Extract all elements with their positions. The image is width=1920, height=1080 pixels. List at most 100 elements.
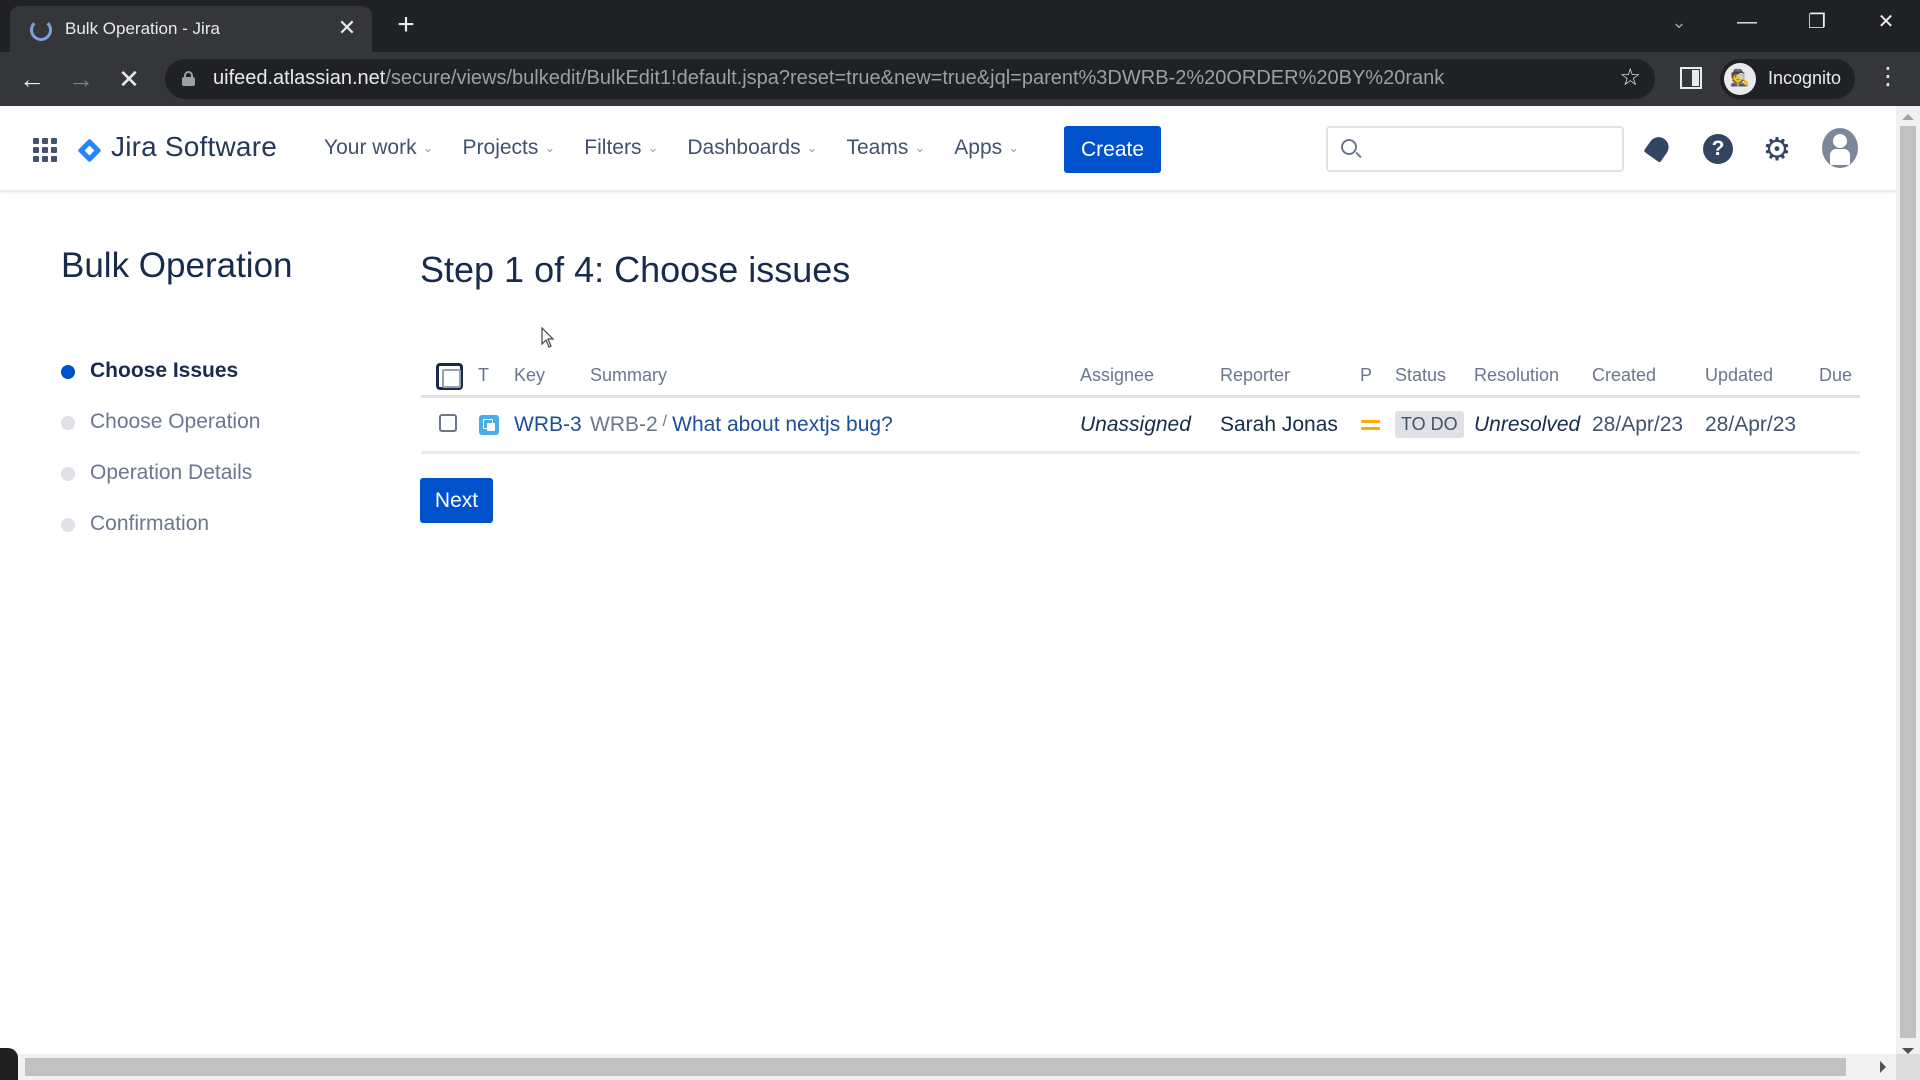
created-cell: 28/Apr/23 — [1592, 413, 1684, 436]
jira-top-navigation: Jira Software Your work ⌄ Projects ⌄ Filte… — [0, 106, 1896, 192]
nav-label: Apps — [954, 136, 1003, 159]
help-icon[interactable]: ? — [1700, 131, 1736, 167]
vertical-scroll-thumb[interactable] — [1900, 126, 1916, 1038]
col-priority[interactable]: P — [1360, 365, 1372, 386]
col-assignee[interactable]: Assignee — [1080, 365, 1154, 386]
new-tab-button[interactable]: + — [390, 8, 422, 42]
nav-label: Dashboards — [687, 136, 801, 159]
browser-tab-bar: Bulk Operation - Jira ✕ + ⌄ — ❐ ✕ — [0, 0, 1920, 52]
lock-icon[interactable] — [182, 71, 195, 86]
col-type[interactable]: T — [478, 365, 489, 386]
step-label: Confirmation — [90, 512, 210, 535]
horizontal-scrollbar[interactable] — [0, 1054, 1896, 1080]
nav-apps[interactable]: Apps ⌄ — [954, 136, 1019, 160]
scroll-right-icon[interactable] — [1880, 1061, 1886, 1073]
next-button[interactable]: Next — [420, 478, 493, 523]
stop-loading-icon[interactable]: ✕ — [110, 60, 148, 98]
col-key[interactable]: Key — [514, 365, 545, 386]
nav-filters[interactable]: Filters ⌄ — [584, 136, 658, 160]
chevron-down-icon: ⌄ — [1008, 140, 1020, 155]
step-indicator-icon — [61, 416, 75, 430]
priority-medium-icon — [1361, 420, 1380, 432]
incognito-profile-button[interactable]: 🕵 Incognito — [1720, 59, 1855, 99]
step-label: Choose Issues — [90, 359, 239, 382]
url-text[interactable]: uifeed.atlassian.net/secure/views/bulked… — [213, 67, 1444, 90]
col-due[interactable]: Due — [1819, 365, 1852, 386]
resolution-cell: Unresolved — [1474, 413, 1581, 436]
page-title: Bulk Operation — [61, 246, 293, 285]
col-updated[interactable]: Updated — [1705, 365, 1773, 386]
step-indicator-active-icon — [61, 365, 75, 379]
updated-cell: 28/Apr/23 — [1705, 413, 1797, 436]
col-resolution[interactable]: Resolution — [1474, 365, 1559, 386]
parent-issue-key[interactable]: WRB-2 — [590, 413, 658, 436]
browser-menu-icon[interactable]: ⋮ — [1876, 62, 1900, 91]
chevron-down-icon: ⌄ — [914, 140, 926, 155]
address-bar[interactable]: uifeed.atlassian.net/secure/views/bulked… — [165, 59, 1655, 99]
minimize-icon[interactable]: — — [1727, 6, 1767, 38]
chevron-down-icon: ⌄ — [422, 140, 434, 155]
app-switcher-icon[interactable] — [33, 138, 57, 162]
step-label: Operation Details — [90, 461, 253, 484]
settings-gear-icon[interactable]: ⚙ — [1759, 131, 1795, 167]
select-all-checkbox[interactable] — [436, 363, 463, 390]
browser-toolbar: ← → ✕ uifeed.atlassian.net/secure/views/… — [0, 52, 1920, 106]
issue-key-link[interactable]: WRB-3 — [514, 413, 582, 437]
side-panel-icon[interactable] — [1680, 67, 1702, 89]
chevron-down-icon: ⌄ — [544, 140, 556, 155]
issues-table: T Key Summary Assignee Reporter P Status… — [421, 355, 1860, 454]
subtask-icon — [479, 415, 499, 435]
jira-logo-icon[interactable] — [77, 138, 102, 163]
chevron-down-icon: ⌄ — [647, 140, 659, 155]
nav-teams[interactable]: Teams ⌄ — [847, 136, 926, 160]
forward-icon[interactable]: → — [62, 60, 100, 98]
loading-spinner-icon — [30, 19, 52, 41]
horizontal-scroll-thumb[interactable] — [25, 1058, 1846, 1076]
nav-projects[interactable]: Projects ⌄ — [463, 136, 556, 160]
col-created[interactable]: Created — [1592, 365, 1656, 386]
table-header: T Key Summary Assignee Reporter P Status… — [421, 355, 1860, 398]
search-input[interactable] — [1326, 126, 1624, 172]
close-tab-icon[interactable]: ✕ — [334, 15, 360, 41]
col-summary[interactable]: Summary — [590, 365, 667, 386]
back-icon[interactable]: ← — [13, 60, 51, 98]
close-window-icon[interactable]: ✕ — [1866, 6, 1906, 38]
notifications-bell-icon[interactable] — [1641, 131, 1677, 167]
step-label: Choose Operation — [90, 410, 261, 433]
product-name[interactable]: Jira Software — [111, 131, 277, 163]
window-edge — [0, 1048, 18, 1080]
issue-summary-link[interactable]: What about nextjs bug? — [672, 413, 893, 436]
step-heading: Step 1 of 4: Choose issues — [420, 249, 851, 290]
summary-cell: WRB-2/What about nextjs bug? — [590, 413, 893, 437]
nav-label: Projects — [462, 136, 539, 159]
primary-nav: Your work ⌄ Projects ⌄ Filters ⌄ Dashboards… — [324, 136, 1048, 160]
restore-icon[interactable]: ❐ — [1797, 6, 1837, 38]
vertical-scrollbar[interactable] — [1896, 106, 1920, 1054]
search-icon — [1341, 139, 1357, 155]
create-button[interactable]: Create — [1064, 126, 1161, 173]
nav-label: Teams — [846, 136, 909, 159]
step-indicator-icon — [61, 518, 75, 532]
scrollbar-corner — [1896, 1054, 1920, 1080]
scroll-up-icon[interactable] — [1902, 114, 1914, 120]
incognito-icon: 🕵 — [1724, 63, 1756, 95]
user-avatar[interactable] — [1822, 128, 1858, 168]
bookmark-star-icon[interactable]: ☆ — [1619, 63, 1641, 92]
nav-label: Filters — [584, 136, 642, 159]
step-indicator-icon — [61, 467, 75, 481]
chevron-down-icon: ⌄ — [806, 140, 818, 155]
tab-title: Bulk Operation - Jira — [65, 19, 220, 38]
incognito-label: Incognito — [1768, 68, 1842, 88]
row-select-checkbox[interactable] — [439, 414, 457, 432]
table-row: WRB-3 WRB-2/What about nextjs bug? Unass… — [421, 398, 1860, 454]
nav-label: Your work — [324, 136, 417, 159]
nav-your-work[interactable]: Your work ⌄ — [324, 136, 434, 160]
status-badge: TO DO — [1395, 411, 1464, 438]
col-status[interactable]: Status — [1395, 365, 1446, 386]
browser-tab[interactable]: Bulk Operation - Jira ✕ — [10, 6, 372, 52]
col-reporter[interactable]: Reporter — [1220, 365, 1290, 386]
separator: / — [662, 413, 668, 430]
assignee-cell: Unassigned — [1080, 413, 1191, 436]
tab-search-icon[interactable]: ⌄ — [1659, 6, 1699, 38]
nav-dashboards[interactable]: Dashboards ⌄ — [687, 136, 817, 160]
